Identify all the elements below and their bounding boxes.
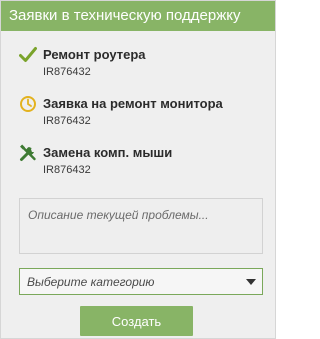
clock-icon xyxy=(19,95,37,113)
create-button[interactable]: Создать xyxy=(80,306,193,336)
problem-description-input[interactable] xyxy=(19,198,263,254)
checkmark-icon xyxy=(19,46,37,64)
ticket-title: Замена комп. мыши xyxy=(43,145,173,160)
chevron-down-icon xyxy=(246,279,256,285)
support-tickets-panel: Заявки в техническую поддержку Ремонт ро… xyxy=(0,0,276,339)
ticket-title: Заявка на ремонт монитора xyxy=(43,96,223,111)
tools-icon xyxy=(19,144,37,162)
ticket-id: IR876432 xyxy=(43,164,91,176)
ticket-id: IR876432 xyxy=(43,66,91,78)
category-select[interactable]: Выберите категорию xyxy=(19,268,263,295)
ticket-id: IR876432 xyxy=(43,115,91,127)
category-select-value: Выберите категорию xyxy=(27,275,155,289)
panel-title: Заявки в техническую поддержку xyxy=(1,1,275,31)
ticket-title: Ремонт роутера xyxy=(43,47,146,62)
